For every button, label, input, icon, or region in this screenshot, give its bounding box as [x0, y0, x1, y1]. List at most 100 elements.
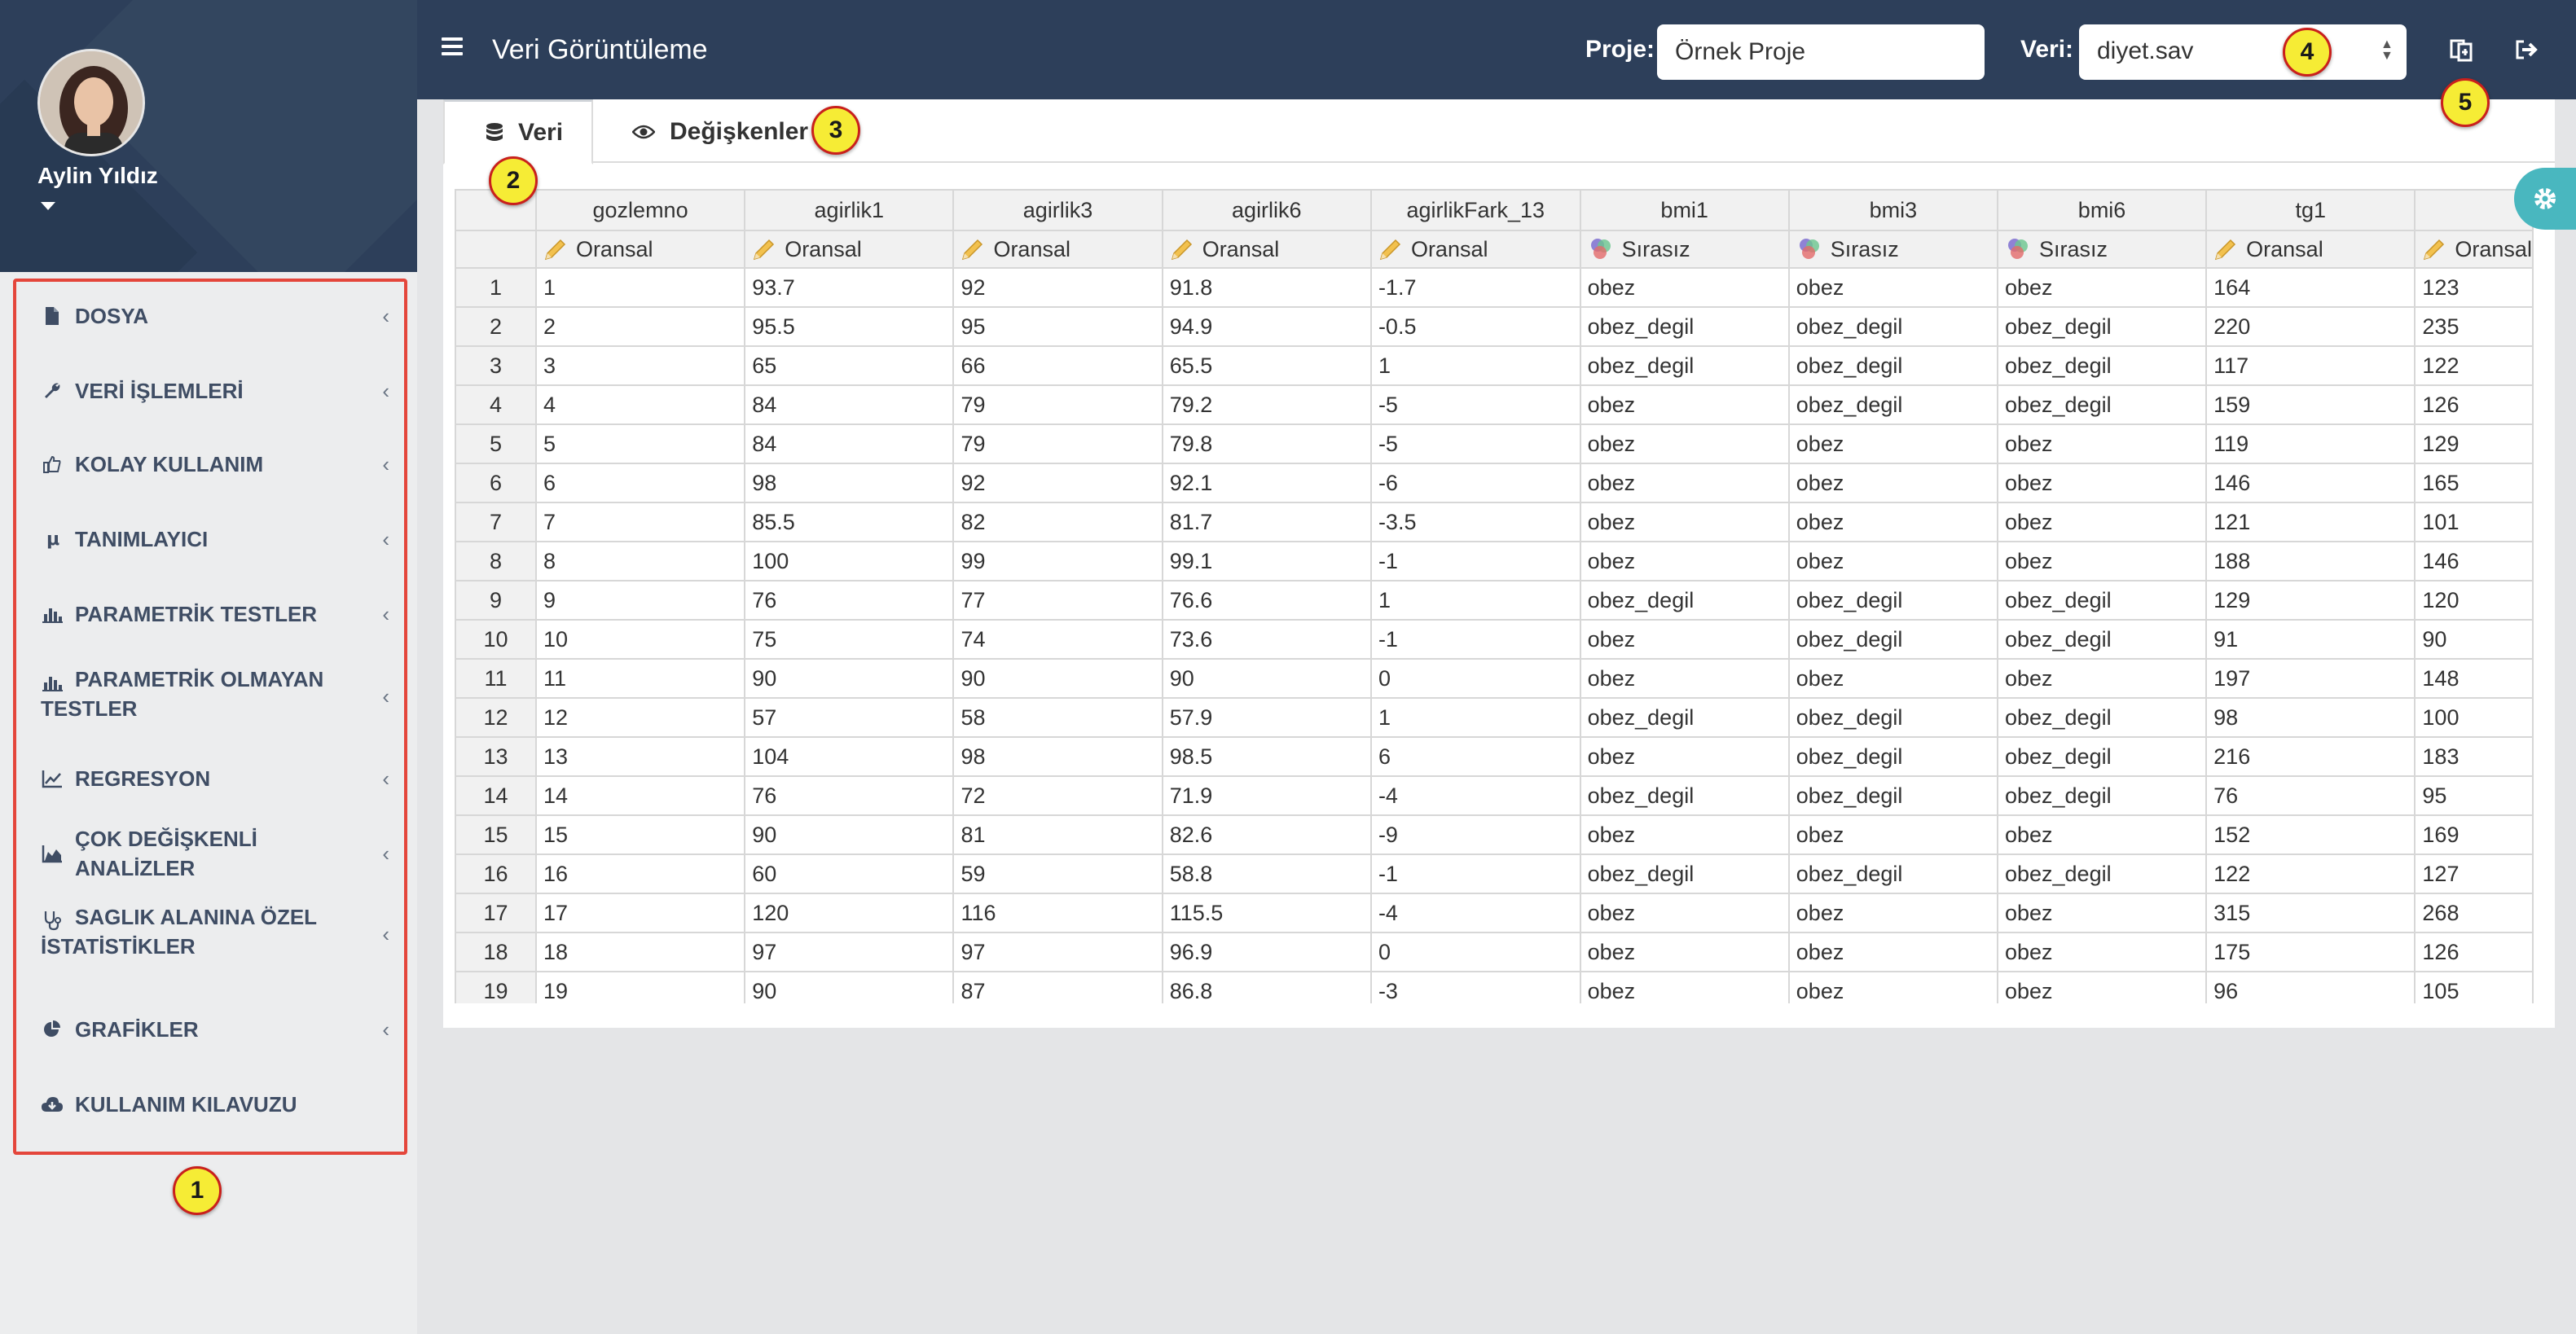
table-cell[interactable]: obez	[1579, 971, 1790, 1003]
table-cell[interactable]: obez	[1996, 267, 2208, 308]
table-cell[interactable]: 71.9	[1161, 775, 1372, 816]
table-cell[interactable]: 146	[2205, 463, 2416, 503]
table-cell[interactable]: obez	[1787, 971, 1998, 1003]
table-cell[interactable]: 79.8	[1161, 423, 1372, 464]
table-cell[interactable]: 82	[952, 502, 1163, 542]
table-cell[interactable]: 8	[534, 541, 746, 581]
avatar[interactable]	[37, 49, 145, 156]
table-cell[interactable]: 97	[952, 932, 1163, 972]
table-cell[interactable]: 101	[2414, 502, 2534, 542]
table-cell[interactable]: 126	[2414, 384, 2534, 425]
table-cell[interactable]: 120	[2414, 580, 2534, 621]
table-cell[interactable]: obez	[1787, 267, 1998, 308]
table-cell[interactable]: obez_degil	[1787, 384, 1998, 425]
table-cell[interactable]: 5	[534, 423, 746, 464]
table-cell[interactable]: 84	[744, 384, 955, 425]
table-cell[interactable]: 119	[2205, 423, 2416, 464]
table-cell[interactable]: obez	[1579, 736, 1790, 777]
table-cell[interactable]: 58.8	[1161, 853, 1372, 894]
tab-veri[interactable]: Veri	[443, 99, 593, 165]
table-cell[interactable]: obez_degil	[1787, 775, 1998, 816]
table-cell[interactable]: 152	[2205, 814, 2416, 855]
table-cell[interactable]: -0.5	[1369, 306, 1581, 347]
table-cell[interactable]: obez	[1579, 619, 1790, 660]
table-cell[interactable]: 120	[744, 893, 955, 933]
table-cell[interactable]: 59	[952, 853, 1163, 894]
table-cell[interactable]: 98.5	[1161, 736, 1372, 777]
table-cell[interactable]: 268	[2414, 893, 2534, 933]
table-cell[interactable]: obez_degil	[1996, 697, 2208, 738]
table-cell[interactable]: 2	[534, 306, 746, 347]
column-header[interactable]: agirlikFark_13	[1369, 189, 1581, 231]
table-cell[interactable]: 92.1	[1161, 463, 1372, 503]
table-cell[interactable]: 86.8	[1161, 971, 1372, 1003]
sidebar-item-8[interactable]: ÇOK DEĞİŞKENLİ ANALİZLER ‹	[41, 827, 389, 880]
table-cell[interactable]: 65	[744, 345, 955, 386]
table-cell[interactable]: obez	[1996, 814, 2208, 855]
table-row[interactable]: 2 2 95.5 95 94.9 -0.5 obez_degil obez_degil obez…	[455, 306, 2534, 347]
table-cell[interactable]: obez_degil	[1787, 853, 1998, 894]
table-cell[interactable]: 79	[952, 384, 1163, 425]
table-cell[interactable]: 216	[2205, 736, 2416, 777]
table-cell[interactable]: 235	[2414, 306, 2534, 347]
table-row[interactable]: 7 7 85.5 82 81.7 -3.5 obez obez obez 121 101	[455, 502, 2534, 542]
table-row[interactable]: 14 14 76 72 71.9 -4 obez_degil obez_degil obez_d…	[455, 775, 2534, 816]
table-cell[interactable]: 183	[2414, 736, 2534, 777]
table-cell[interactable]: -5	[1369, 384, 1581, 425]
column-header[interactable]: bmi1	[1579, 189, 1790, 231]
table-cell[interactable]: 129	[2414, 423, 2534, 464]
column-header[interactable]: agirlik3	[952, 189, 1163, 231]
table-cell[interactable]: obez_degil	[1579, 775, 1790, 816]
table-cell[interactable]: obez	[1579, 932, 1790, 972]
table-cell[interactable]: 85.5	[744, 502, 955, 542]
table-cell[interactable]: 129	[2205, 580, 2416, 621]
table-cell[interactable]: 72	[952, 775, 1163, 816]
table-cell[interactable]: 76.6	[1161, 580, 1372, 621]
table-row[interactable]: 11 11 90 90 90 0 obez obez obez 197 148	[455, 658, 2534, 699]
table-cell[interactable]: 126	[2414, 932, 2534, 972]
table-cell[interactable]: 91.8	[1161, 267, 1372, 308]
table-cell[interactable]: 18	[534, 932, 746, 972]
table-cell[interactable]: 6	[534, 463, 746, 503]
table-cell[interactable]: obez	[1579, 463, 1790, 503]
table-cell[interactable]: 76	[744, 775, 955, 816]
table-cell[interactable]: -9	[1369, 814, 1581, 855]
table-cell[interactable]: 1	[1369, 580, 1581, 621]
table-cell[interactable]: 127	[2414, 853, 2534, 894]
table-cell[interactable]: 79.2	[1161, 384, 1372, 425]
table-cell[interactable]: 164	[2205, 267, 2416, 308]
table-cell[interactable]: 16	[534, 853, 746, 894]
table-cell[interactable]: obez_degil	[1579, 580, 1790, 621]
table-row[interactable]: 1 1 93.7 92 91.8 -1.7 obez obez obez 164 123	[455, 267, 2534, 308]
table-cell[interactable]: 90	[952, 658, 1163, 699]
table-cell[interactable]: 159	[2205, 384, 2416, 425]
table-cell[interactable]: obez	[1996, 932, 2208, 972]
column-header[interactable]: agirlik6	[1161, 189, 1372, 231]
table-cell[interactable]: -1.7	[1369, 267, 1581, 308]
table-cell[interactable]: obez_degil	[1996, 775, 2208, 816]
table-cell[interactable]: 197	[2205, 658, 2416, 699]
table-cell[interactable]: 99	[952, 541, 1163, 581]
table-cell[interactable]: obez_degil	[1996, 619, 2208, 660]
table-cell[interactable]: 84	[744, 423, 955, 464]
sidebar-item-7[interactable]: REGRESYON ‹	[41, 764, 389, 793]
table-cell[interactable]: obez	[1579, 384, 1790, 425]
table-cell[interactable]: obez	[1579, 502, 1790, 542]
table-cell[interactable]: 57.9	[1161, 697, 1372, 738]
sidebar-item-10[interactable]: GRAFİKLER ‹	[41, 1015, 389, 1044]
table-cell[interactable]: obez_degil	[1787, 619, 1998, 660]
table-cell[interactable]: 12	[534, 697, 746, 738]
table-cell[interactable]: 65.5	[1161, 345, 1372, 386]
sidebar-item-4[interactable]: μ TANIMLAYICI ‹	[41, 524, 389, 554]
table-cell[interactable]: 60	[744, 853, 955, 894]
table-cell[interactable]: 95.5	[744, 306, 955, 347]
sidebar-item-6[interactable]: PARAMETRİK OLMAYAN TESTLER ‹	[41, 665, 389, 730]
table-cell[interactable]: 4	[534, 384, 746, 425]
data-table-container[interactable]: gozlemno agirlik1 agirlik3 agirlik6 agirlikF…	[455, 189, 2534, 1003]
table-cell[interactable]: obez	[1787, 502, 1998, 542]
table-row[interactable]: 3 3 65 66 65.5 1 obez_degil obez_degil obez_degi…	[455, 345, 2534, 386]
sidebar-item-3[interactable]: KOLAY KULLANIM ‹	[41, 450, 389, 479]
veri-select[interactable]: diyet.sav ▲ ▼	[2079, 24, 2407, 80]
table-cell[interactable]: 17	[534, 893, 746, 933]
table-cell[interactable]: obez_degil	[1996, 580, 2208, 621]
